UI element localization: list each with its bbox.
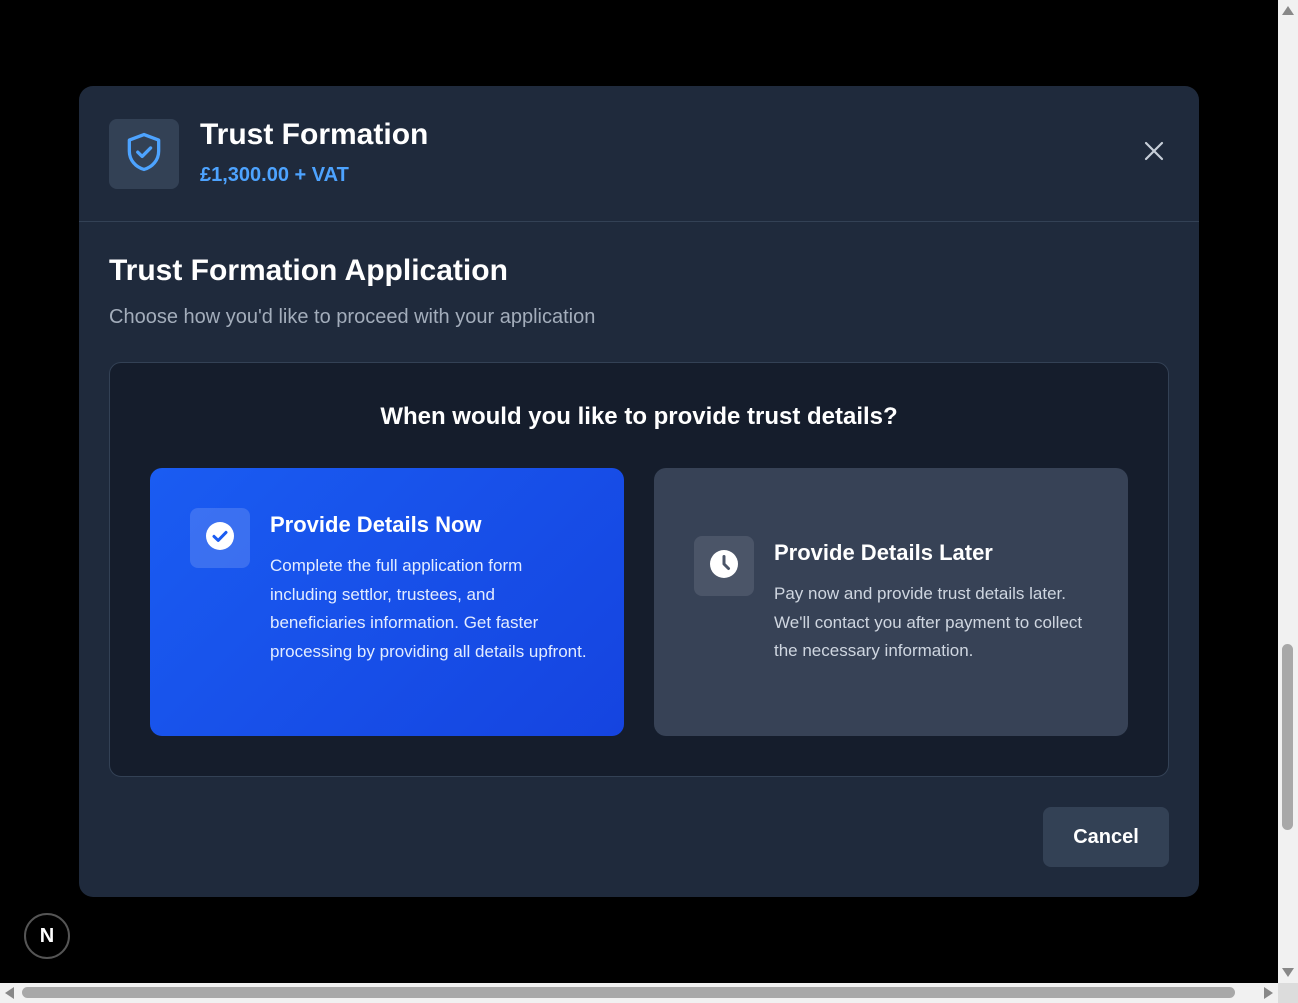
option-title: Provide Details Now xyxy=(270,512,482,537)
modal-header: Trust Formation £1,300.00 + VAT xyxy=(79,86,1199,222)
option-provide-details-now[interactable]: Provide Details Now Complete the full ap… xyxy=(150,468,624,736)
options-question: When would you like to provide trust det… xyxy=(380,403,898,430)
option-description: Pay now and provide trust details later.… xyxy=(774,584,1083,660)
horizontal-scroll-thumb[interactable] xyxy=(22,987,1235,998)
header-icon-box xyxy=(109,119,179,189)
scroll-right-arrow-icon[interactable] xyxy=(1264,987,1273,999)
options-panel: When would you like to provide trust det… xyxy=(109,362,1169,777)
section-title: Trust Formation Application xyxy=(109,254,508,287)
clock-icon xyxy=(709,549,739,584)
trust-formation-modal: Trust Formation £1,300.00 + VAT Trust Fo… xyxy=(79,86,1199,897)
check-circle-icon xyxy=(205,521,235,556)
horizontal-scrollbar[interactable] xyxy=(0,983,1278,1003)
close-icon xyxy=(1143,140,1165,167)
dev-tools-badge[interactable]: N xyxy=(24,913,70,959)
option-description: Complete the full application form inclu… xyxy=(270,556,587,661)
vertical-scroll-thumb[interactable] xyxy=(1282,644,1293,830)
scroll-down-arrow-icon[interactable] xyxy=(1282,968,1294,977)
scroll-left-arrow-icon[interactable] xyxy=(5,987,14,999)
cancel-button[interactable]: Cancel xyxy=(1043,807,1169,867)
vertical-scrollbar[interactable] xyxy=(1278,0,1298,983)
option-provide-details-later[interactable]: Provide Details Later Pay now and provid… xyxy=(654,468,1128,736)
scroll-up-arrow-icon[interactable] xyxy=(1282,6,1294,15)
shield-check-icon xyxy=(122,130,166,179)
close-button[interactable] xyxy=(1139,138,1169,168)
modal-title: Trust Formation xyxy=(200,118,429,151)
option-title: Provide Details Later xyxy=(774,540,993,565)
section-subtitle: Choose how you'd like to proceed with yo… xyxy=(109,306,596,328)
price-label: £1,300.00 + VAT xyxy=(200,164,349,186)
option-icon-box xyxy=(694,536,754,596)
option-icon-box xyxy=(190,508,250,568)
scrollbar-corner xyxy=(1278,983,1298,1003)
